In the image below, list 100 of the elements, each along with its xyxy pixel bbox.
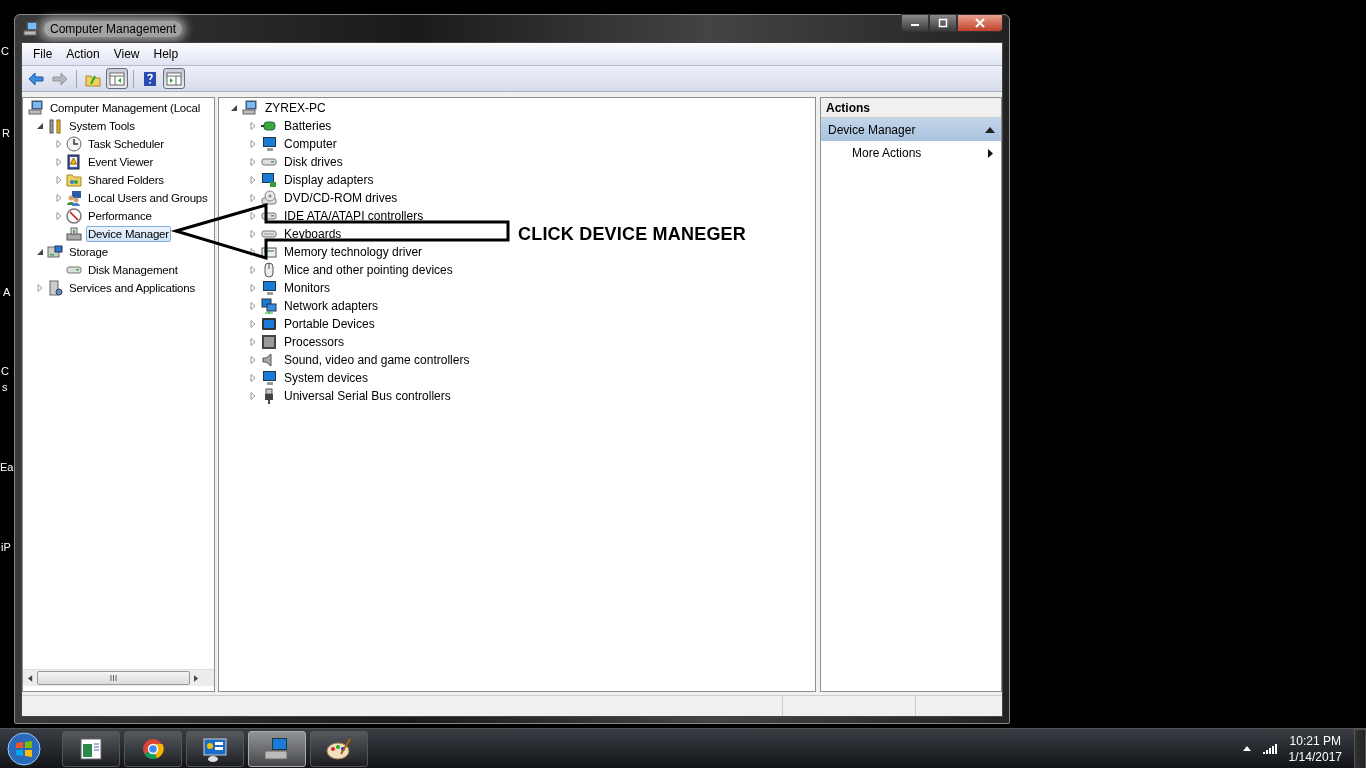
callout-text: CLICK DEVICE MANEGER [518,224,746,245]
clock-time: 10:21 PM [1289,732,1341,749]
menu-item[interactable]: Action [59,45,107,63]
window-title: Computer Management [44,20,183,37]
collapse-icon[interactable] [985,126,995,133]
clock-icon [66,136,82,152]
show-tree-button[interactable] [106,68,128,89]
disc-drive-icon [260,190,278,206]
desktop-icon-label: s [2,381,8,394]
taskbar-app-button[interactable] [62,730,120,767]
scroll-left-icon[interactable] [28,674,33,682]
tree-item[interactable]: Performance [86,208,154,224]
tree-item[interactable]: Services and Applications [67,280,198,296]
portable-device-icon [260,316,278,332]
forward-arrow-icon [52,70,68,87]
tree-item[interactable]: Event Viewer [86,154,156,170]
horizontal-scrollbar[interactable] [23,669,214,686]
tree-item[interactable]: Disk Management [86,262,180,278]
menu-item[interactable]: File [26,45,60,63]
tree-item[interactable]: Keyboards [281,225,345,243]
scroll-right-icon[interactable] [194,674,199,682]
clock[interactable]: 10:21 PM 1/14/2017 [1288,732,1342,765]
tree-item[interactable]: System devices [281,369,372,387]
taskbar-app-button[interactable] [248,730,306,767]
tree-item[interactable]: Device Manager [86,226,171,242]
tree-item[interactable]: Shared Folders [86,172,166,188]
tree-item[interactable]: Display adapters [281,171,377,189]
taskbar-app-button[interactable] [186,730,244,767]
monitor-icon [260,136,278,152]
tree-item[interactable]: Sound, video and game controllers [281,351,473,369]
maximize-icon [937,18,949,28]
tree-item[interactable]: Storage [67,244,110,260]
tree-item[interactable]: Monitors [281,279,333,297]
close-button[interactable] [957,14,1003,32]
document-icon [77,735,105,762]
collapse-icon[interactable] [230,104,238,112]
tree-item[interactable]: System Tools [67,118,137,134]
show-desktop-button[interactable] [1354,728,1366,768]
submenu-arrow-icon [988,148,993,158]
network-icon [260,298,278,314]
monitor-icon [260,370,278,386]
computer-management-icon [263,735,291,762]
computer-icon [23,20,39,37]
tree-item[interactable]: Memory technology driver [281,243,426,261]
tree-item[interactable]: Mice and other pointing devices [281,261,456,279]
tree-pane-icon [109,70,125,87]
taskbar-app-button[interactable] [310,730,368,767]
taskbar-app-button[interactable] [124,730,182,767]
help-icon [142,70,158,87]
desktop-icon-label: C [1,365,9,378]
tree-item[interactable]: Batteries [281,117,335,135]
users-icon [66,190,82,206]
chip-icon [260,334,278,350]
desktop-icon-label: A [3,286,11,299]
desktop-icon-label: Ea [0,461,14,474]
action-pane-icon [166,70,182,87]
computer-icon [28,100,44,116]
action-link[interactable]: More Actions [821,141,1001,165]
tree-item[interactable]: Processors [281,333,348,351]
scroll-thumb[interactable] [37,671,190,685]
menu-item[interactable]: Help [146,45,186,63]
tree-item[interactable]: Network adapters [281,297,382,315]
collapse-icon[interactable] [36,122,44,130]
memory-icon [260,244,278,260]
action-pane-button[interactable] [163,68,185,89]
signal-icon[interactable] [1262,743,1277,754]
back-arrow-icon [28,70,44,87]
desktop-icon-label: R [2,127,10,140]
device-manager-icon [66,226,82,242]
section-title: Device Manager [828,122,916,137]
tree-item[interactable]: Computer Management (Local [48,100,203,116]
display-icon [260,172,278,188]
monitor-icon [260,280,278,296]
tree-item[interactable]: Universal Serial Bus controllers [281,387,454,405]
minimize-button[interactable] [901,14,929,32]
actions-header: Actions [821,98,1001,118]
tree-item[interactable]: Disk drives [281,153,346,171]
desktop-icon-label: C [1,45,9,58]
clock-date: 1/14/2017 [1288,748,1342,765]
server-icon [47,280,63,296]
tree-item[interactable]: Task Scheduler [86,136,166,152]
maximize-button[interactable] [929,14,957,32]
menu-item[interactable]: View [106,45,147,63]
tree-item[interactable]: Portable Devices [281,315,378,333]
actions-section-header[interactable]: Device Manager [821,118,1001,141]
expand-icon[interactable] [249,248,257,256]
tree-item[interactable]: Local Users and Groups [86,190,210,206]
tree-item[interactable]: DVD/CD-ROM drives [281,189,401,207]
close-icon [974,18,986,28]
desktop-icon-label: iP [1,541,11,554]
folder-icon [66,172,82,188]
collapse-icon[interactable] [36,248,44,256]
computer-icon [241,100,259,116]
tree-item[interactable]: Computer [281,135,340,153]
tree-item[interactable]: IDE ATA/ATAPI controllers [281,207,427,225]
tree-item[interactable]: ZYREX-PC [262,99,329,117]
log-icon [66,154,82,170]
storage-icon [47,244,63,260]
control-panel-icon [201,735,229,762]
show-hidden-icons-button[interactable] [1242,746,1251,751]
